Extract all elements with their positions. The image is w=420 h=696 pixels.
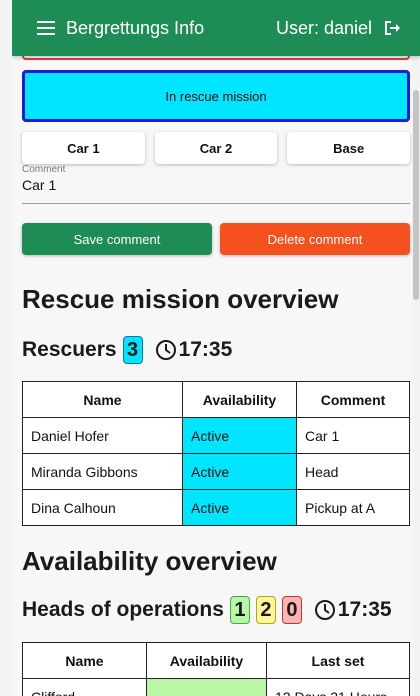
rescuer-name: Miranda Gibbons — [22, 453, 183, 490]
location-buttons: Car 1 Car 2 Base — [22, 132, 411, 164]
comment-actions: Save comment Delete comment — [22, 223, 410, 255]
rescuers-heading-row: Rescuers 3 17:35 — [22, 336, 232, 364]
rescuer-name: Dina Calhoun — [22, 489, 183, 526]
table-header-row: Name Availability Last set — [22, 642, 410, 679]
delete-comment-button[interactable]: Delete comment — [220, 223, 410, 255]
rescue-overview-heading: Rescue mission overview — [22, 284, 339, 314]
main-content: In rescue mission Car 1 Car 2 Base Comme… — [12, 46, 420, 696]
logout-icon[interactable] — [382, 18, 402, 38]
scrollbar[interactable] — [412, 56, 420, 696]
app-container: Bergrettungs Info User: daniel In rescue… — [12, 0, 420, 696]
heads-time: 17:35 — [314, 598, 392, 622]
column-header-last-set: Last set — [266, 642, 410, 679]
location-button-base[interactable]: Base — [287, 132, 411, 164]
app-bar: Bergrettungs Info User: daniel — [12, 0, 420, 56]
rescuers-time: 17:35 — [155, 338, 233, 362]
column-header-name: Name — [22, 642, 147, 679]
rescuer-comment: Pickup at A — [296, 489, 410, 526]
head-name: Clifford — [22, 678, 147, 696]
location-button-car-2[interactable]: Car 2 — [154, 132, 278, 164]
save-comment-button[interactable]: Save comment — [22, 223, 212, 255]
app-bar-left: Bergrettungs Info — [36, 18, 204, 39]
column-header-name: Name — [22, 381, 183, 418]
app-title: Bergrettungs Info — [66, 17, 205, 38]
location-button-car-1[interactable]: Car 1 — [22, 132, 145, 164]
column-header-comment: Comment — [296, 381, 410, 418]
heads-unavailable-badge: 0 — [281, 596, 302, 624]
menu-icon[interactable] — [36, 20, 56, 36]
clock-icon — [314, 599, 336, 621]
availability-overview-heading: Availability overview — [22, 546, 277, 576]
comment-label: Comment — [22, 164, 66, 175]
table-row: Miranda Gibbons Active Head — [22, 453, 410, 490]
comment-field[interactable]: Comment Car 1 — [22, 164, 410, 204]
status-in-rescue-mission[interactable]: In rescue mission — [22, 70, 410, 122]
heads-available-badge: 1 — [229, 596, 250, 624]
heads-heading-row: Heads of operations 1 2 0 17:35 — [22, 596, 392, 624]
table-row: Clifford 12 Days 21 Hours — [22, 678, 410, 696]
column-header-availability: Availability — [182, 381, 297, 418]
rescuer-name: Daniel Hofer — [22, 417, 183, 454]
clock-icon — [155, 339, 177, 361]
rescuer-comment: Car 1 — [296, 417, 410, 454]
head-last-set: 12 Days 21 Hours — [266, 678, 410, 696]
rescuers-heading: Rescuers — [22, 338, 117, 361]
rescuers-table: Name Availability Comment Daniel Hofer A… — [22, 381, 410, 526]
table-row: Dina Calhoun Active Pickup at A — [22, 489, 410, 526]
column-header-availability: Availability — [146, 642, 267, 679]
heads-heading: Heads of operations — [22, 598, 224, 621]
rescuers-time-value: 17:35 — [178, 338, 233, 361]
rescuers-count-badge: 3 — [122, 336, 143, 364]
rescuer-availability: Active — [182, 489, 297, 526]
comment-input[interactable]: Car 1 — [22, 177, 410, 193]
heads-limited-badge: 2 — [255, 596, 276, 624]
head-availability — [146, 678, 267, 696]
scrollbar-thumb[interactable] — [413, 90, 419, 300]
user-area: User: daniel — [276, 18, 402, 39]
user-label: User: daniel — [275, 17, 372, 38]
heads-time-value: 17:35 — [337, 598, 392, 621]
rescuer-availability: Active — [182, 453, 297, 490]
browser-frame: Bergrettungs Info User: daniel In rescue… — [0, 0, 420, 696]
heads-table: Name Availability Last set Clifford 12 D… — [22, 642, 410, 696]
table-row: Daniel Hofer Active Car 1 — [22, 417, 410, 454]
rescuer-comment: Head — [296, 453, 410, 490]
table-header-row: Name Availability Comment — [22, 381, 410, 418]
rescuer-availability: Active — [182, 417, 297, 454]
